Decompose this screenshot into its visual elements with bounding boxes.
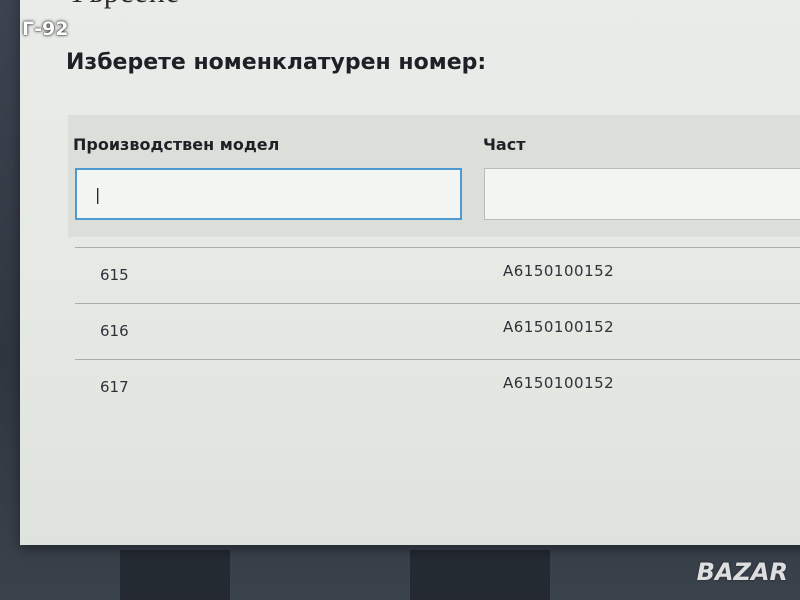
site-watermark: BAZAR: [696, 558, 788, 586]
background-truck-silhouette-right: [410, 550, 550, 600]
model-filter-input[interactable]: [75, 168, 462, 220]
part-column-label: Част: [483, 135, 526, 154]
background-truck-silhouette-left: [120, 550, 230, 600]
screen-area: Търсене Изберете номенклатурен номер: Пр…: [20, 0, 800, 545]
table-row[interactable]: 616 A6150100152: [75, 303, 800, 357]
page-heading: Търсене: [68, 0, 180, 10]
part-cell: A6150100152: [503, 374, 615, 392]
model-cell: 615: [100, 266, 129, 284]
part-filter-input[interactable]: [484, 168, 800, 220]
model-column-label: Производствен модел: [73, 135, 280, 154]
model-cell: 616: [100, 322, 129, 340]
part-cell: A6150100152: [503, 318, 615, 336]
selection-prompt: Изберете номенклатурен номер:: [66, 50, 487, 75]
table-row[interactable]: 615 A6150100152: [75, 247, 800, 301]
model-cell: 617: [100, 378, 129, 396]
table-row[interactable]: 617 A6150100152: [75, 359, 800, 413]
listing-badge: Г-92: [22, 18, 69, 40]
part-cell: A6150100152: [503, 262, 615, 280]
